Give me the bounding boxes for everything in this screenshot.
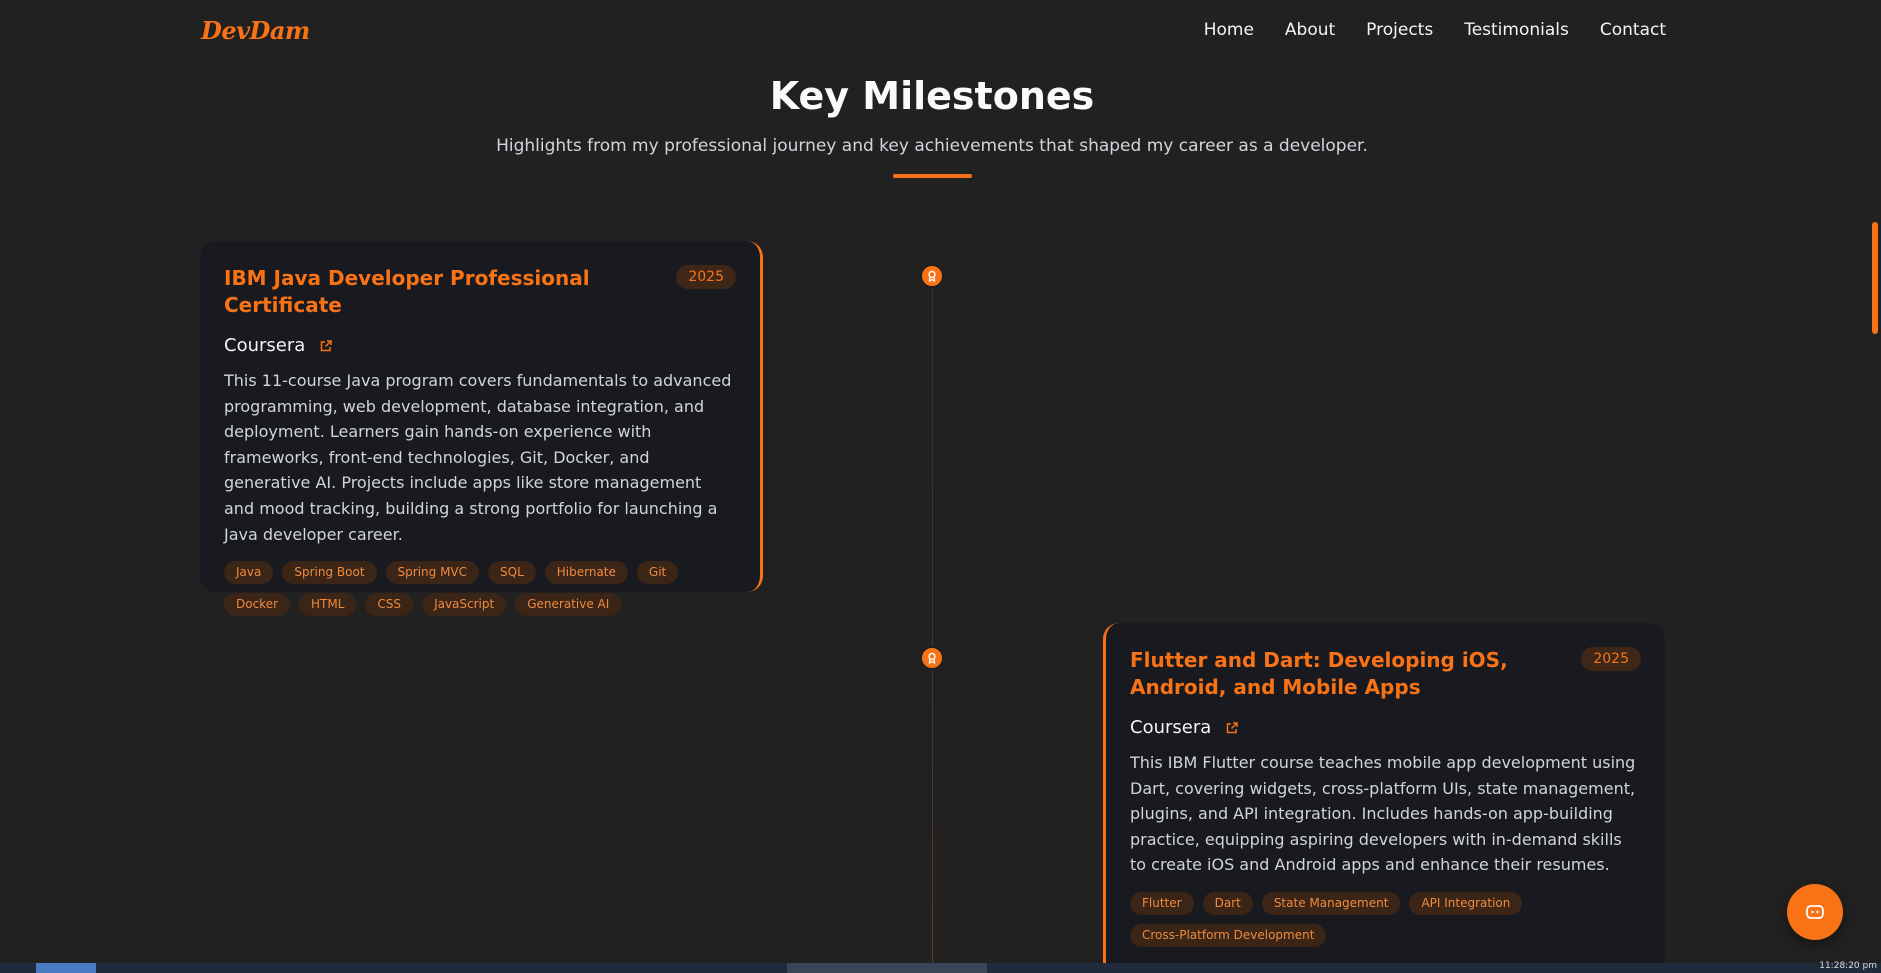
tag: Flutter <box>1130 891 1194 915</box>
tag: Java <box>224 561 274 585</box>
site-logo[interactable]: DevDam <box>201 16 310 45</box>
tag: JavaScript <box>422 593 507 617</box>
taskbar-clock: 11:28:20 pm <box>1819 961 1877 971</box>
top-navbar: DevDam Home About Projects Testimonials … <box>0 0 1881 62</box>
tag: Docker <box>224 593 291 617</box>
milestone-org: Coursera <box>224 335 306 356</box>
section-subtitle: Highlights from my professional journey … <box>496 136 1368 156</box>
nav-link-home[interactable]: Home <box>1204 20 1254 40</box>
tag: Dart <box>1202 891 1253 915</box>
chat-button[interactable] <box>1787 884 1843 940</box>
title-underline <box>893 174 972 178</box>
external-link-icon[interactable] <box>319 339 333 353</box>
tag: Spring Boot <box>282 561 377 585</box>
tag-list: Flutter Dart State Management API Integr… <box>1130 891 1641 947</box>
nav-link-projects[interactable]: Projects <box>1366 20 1433 40</box>
tag: SQL <box>488 561 536 585</box>
milestone-description: This 11-course Java program covers funda… <box>224 371 732 544</box>
taskbar-app-icon[interactable] <box>36 963 96 973</box>
tag: Hibernate <box>544 561 628 585</box>
nav-link-about[interactable]: About <box>1285 20 1335 40</box>
timeline-dot-1 <box>920 264 944 288</box>
tag: Git <box>636 561 679 585</box>
chat-bot-icon <box>1806 905 1824 919</box>
external-link-icon[interactable] <box>1225 721 1239 735</box>
milestone-title: Flutter and Dart: Developing iOS, Androi… <box>1130 648 1508 699</box>
tag: Generative AI <box>515 593 622 617</box>
milestone-card-flutter-dart: Flutter and Dart: Developing iOS, Androi… <box>1103 623 1665 973</box>
taskbar-active-window[interactable] <box>787 963 987 973</box>
page-scrollbar[interactable] <box>1864 0 1881 963</box>
milestone-description: This IBM Flutter course teaches mobile a… <box>1130 753 1636 875</box>
tag: Spring MVC <box>385 561 480 585</box>
award-icon <box>928 652 936 664</box>
award-icon <box>928 270 936 282</box>
tag-list: Java Spring Boot Spring MVC SQL Hibernat… <box>224 561 736 617</box>
timeline-dot-2 <box>920 646 944 670</box>
section-title: Key Milestones <box>769 74 1095 118</box>
milestone-org: Coursera <box>1130 717 1212 738</box>
os-taskbar: 11:28:20 pm <box>0 961 1881 973</box>
nav-link-testimonials[interactable]: Testimonials <box>1464 20 1569 40</box>
tag: HTML <box>299 593 357 617</box>
nav-link-contact[interactable]: Contact <box>1600 20 1666 40</box>
milestone-card-ibm-java: IBM Java Developer Professional Certific… <box>200 241 763 617</box>
milestone-title: IBM Java Developer Professional Certific… <box>224 266 590 317</box>
nav-links: Home About Projects Testimonials Contact <box>1204 20 1666 40</box>
year-badge: 2025 <box>676 265 736 289</box>
year-badge: 2025 <box>1581 647 1641 671</box>
scrollbar-thumb[interactable] <box>1872 222 1878 334</box>
tag: State Management <box>1261 891 1401 915</box>
timeline-line <box>932 276 933 973</box>
tag: Cross-Platform Development <box>1130 923 1327 947</box>
tag: CSS <box>365 593 414 617</box>
tag: API Integration <box>1409 891 1523 915</box>
